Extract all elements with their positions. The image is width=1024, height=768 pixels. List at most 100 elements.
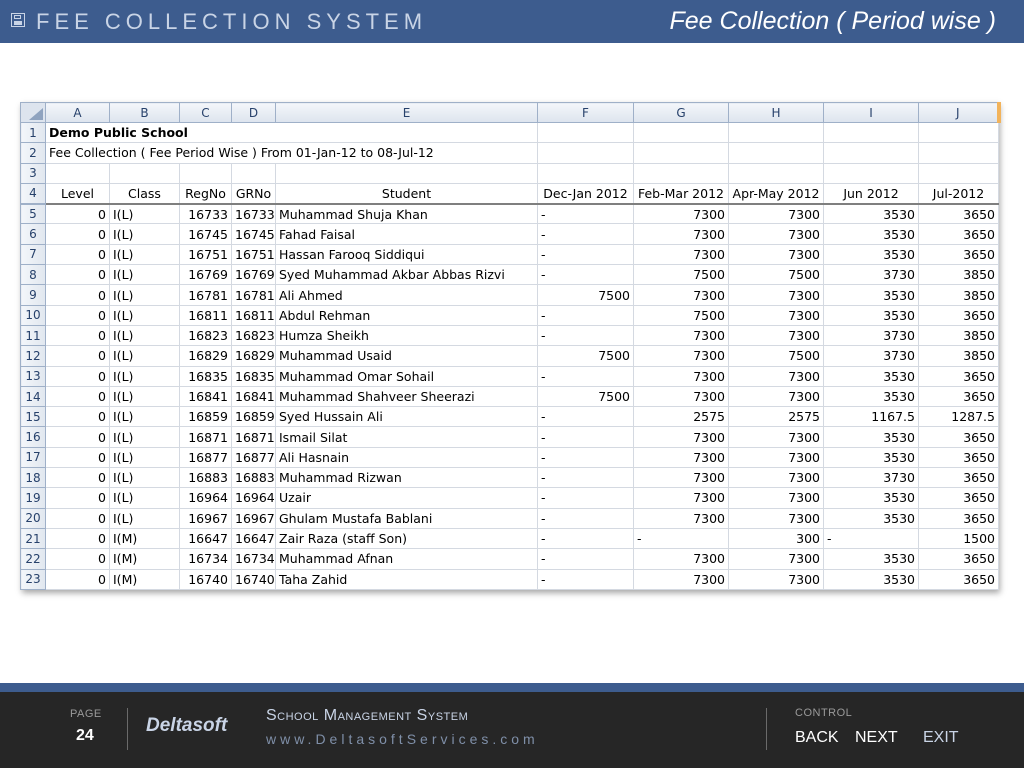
jul-cell[interactable]: 3650	[918, 467, 999, 489]
row-number[interactable]: 3	[20, 162, 46, 184]
empty-cell[interactable]	[633, 162, 729, 184]
grno-cell[interactable]: 16733	[231, 203, 276, 225]
regno-cell[interactable]: 16883	[179, 467, 232, 489]
column-header-i[interactable]: I	[823, 102, 919, 123]
dec-jan-cell[interactable]: 7500	[537, 385, 634, 408]
class-cell[interactable]: I(L)	[109, 385, 180, 408]
grno-cell[interactable]: 16811	[231, 304, 276, 326]
column-header-g[interactable]: G	[633, 102, 729, 123]
row-number[interactable]: 2	[20, 142, 46, 164]
jul-cell[interactable]: 1287.5	[918, 406, 999, 428]
row-number[interactable]: 9	[20, 284, 46, 306]
student-cell[interactable]: Muhammad Omar Sohail	[275, 365, 538, 387]
student-cell[interactable]: Ghulam Mustafa Bablani	[275, 507, 538, 529]
jul-cell[interactable]: 3650	[918, 223, 999, 245]
regno-cell[interactable]: 16740	[179, 568, 232, 590]
row-number[interactable]: 4	[20, 182, 46, 205]
dec-jan-cell[interactable]: -	[537, 507, 634, 529]
empty-cell[interactable]	[823, 162, 919, 184]
empty-cell[interactable]	[918, 142, 999, 164]
student-cell[interactable]: Zair Raza (staff Son)	[275, 527, 538, 550]
column-title-cell[interactable]: Dec-Jan 2012	[537, 182, 634, 205]
regno-cell[interactable]: 16745	[179, 223, 232, 245]
student-cell[interactable]: Muhammad Rizwan	[275, 467, 538, 489]
dec-jan-cell[interactable]: -	[537, 243, 634, 266]
jul-cell[interactable]: 3650	[918, 548, 999, 570]
regno-cell[interactable]: 16769	[179, 264, 232, 286]
row-number[interactable]: 19	[20, 487, 46, 509]
empty-cell[interactable]	[633, 142, 729, 164]
level-cell[interactable]: 0	[45, 324, 110, 347]
dec-jan-cell[interactable]: -	[537, 203, 634, 225]
jun-cell[interactable]: 3530	[823, 568, 919, 590]
apr-may-cell[interactable]: 2575	[728, 406, 824, 428]
student-cell[interactable]: Muhammad Shuja Khan	[275, 203, 538, 225]
grno-cell[interactable]: 16835	[231, 365, 276, 387]
grno-cell[interactable]: 16740	[231, 568, 276, 590]
row-number[interactable]: 11	[20, 324, 46, 347]
dec-jan-cell[interactable]: -	[537, 467, 634, 489]
dec-jan-cell[interactable]: -	[537, 365, 634, 387]
regno-cell[interactable]: 16964	[179, 487, 232, 509]
column-title-cell[interactable]: RegNo	[179, 182, 232, 205]
grno-cell[interactable]: 16745	[231, 223, 276, 245]
feb-mar-cell[interactable]: 7300	[633, 385, 729, 408]
student-cell[interactable]: Humza Sheikh	[275, 324, 538, 347]
dec-jan-cell[interactable]: -	[537, 568, 634, 590]
row-number[interactable]: 21	[20, 527, 46, 550]
column-title-cell[interactable]: Student	[275, 182, 538, 205]
feb-mar-cell[interactable]: 7300	[633, 568, 729, 590]
jul-cell[interactable]: 3850	[918, 324, 999, 347]
level-cell[interactable]: 0	[45, 548, 110, 570]
apr-may-cell[interactable]: 7500	[728, 345, 824, 367]
column-title-cell[interactable]: Apr-May 2012	[728, 182, 824, 205]
regno-cell[interactable]: 16841	[179, 385, 232, 408]
level-cell[interactable]: 0	[45, 467, 110, 489]
class-cell[interactable]: I(L)	[109, 446, 180, 469]
jul-cell[interactable]: 3650	[918, 568, 999, 590]
apr-may-cell[interactable]: 7300	[728, 284, 824, 306]
empty-cell[interactable]	[633, 121, 729, 144]
jun-cell[interactable]: 1167.5	[823, 406, 919, 428]
class-cell[interactable]: I(L)	[109, 507, 180, 529]
column-header-b[interactable]: B	[109, 102, 180, 123]
column-title-cell[interactable]: GRNo	[231, 182, 276, 205]
feb-mar-cell[interactable]: -	[633, 527, 729, 550]
jun-cell[interactable]: 3730	[823, 345, 919, 367]
jun-cell[interactable]: 3530	[823, 548, 919, 570]
jul-cell[interactable]: 3650	[918, 365, 999, 387]
student-cell[interactable]: Muhammad Shahveer Sheerazi	[275, 385, 538, 408]
apr-may-cell[interactable]: 7300	[728, 507, 824, 529]
jun-cell[interactable]: 3530	[823, 507, 919, 529]
feb-mar-cell[interactable]: 7300	[633, 548, 729, 570]
dec-jan-cell[interactable]: -	[537, 324, 634, 347]
dec-jan-cell[interactable]: -	[537, 406, 634, 428]
student-cell[interactable]: Abdul Rehman	[275, 304, 538, 326]
level-cell[interactable]: 0	[45, 345, 110, 367]
jun-cell[interactable]: 3530	[823, 487, 919, 509]
apr-may-cell[interactable]: 7300	[728, 446, 824, 469]
apr-may-cell[interactable]: 7300	[728, 385, 824, 408]
empty-cell[interactable]	[231, 162, 276, 184]
level-cell[interactable]: 0	[45, 223, 110, 245]
jun-cell[interactable]: 3530	[823, 426, 919, 448]
grno-cell[interactable]: 16829	[231, 345, 276, 367]
grno-cell[interactable]: 16967	[231, 507, 276, 529]
column-title-cell[interactable]: Jun 2012	[823, 182, 919, 205]
regno-cell[interactable]: 16733	[179, 203, 232, 225]
jun-cell[interactable]: 3530	[823, 203, 919, 225]
next-button[interactable]: NEXT	[855, 729, 898, 747]
select-all-corner[interactable]	[20, 102, 46, 123]
row-number[interactable]: 1	[20, 121, 46, 144]
regno-cell[interactable]: 16829	[179, 345, 232, 367]
row-number[interactable]: 17	[20, 446, 46, 469]
student-cell[interactable]: Fahad Faisal	[275, 223, 538, 245]
level-cell[interactable]: 0	[45, 568, 110, 590]
column-header-f[interactable]: F	[537, 102, 634, 123]
jun-cell[interactable]: 3530	[823, 446, 919, 469]
jun-cell[interactable]: 3530	[823, 365, 919, 387]
row-number[interactable]: 6	[20, 223, 46, 245]
level-cell[interactable]: 0	[45, 446, 110, 469]
jul-cell[interactable]: 3850	[918, 345, 999, 367]
class-cell[interactable]: I(L)	[109, 345, 180, 367]
